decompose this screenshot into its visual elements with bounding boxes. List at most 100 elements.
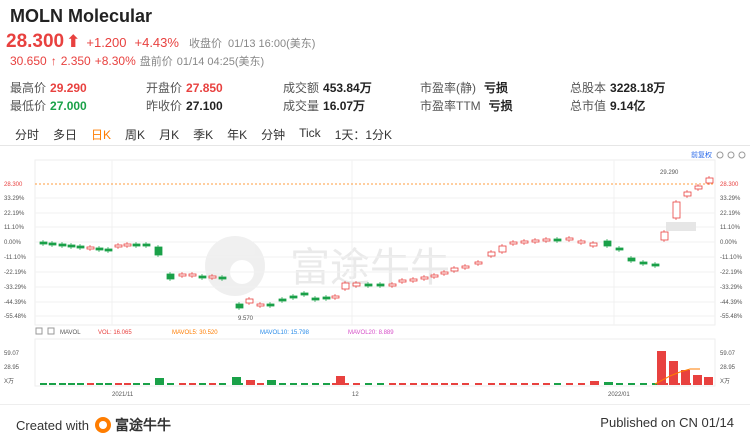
candle (672, 201, 681, 219)
price-change-pct: +4.43% (134, 35, 179, 50)
kline-chart[interactable]: 富途牛牛 28.300 28.30033.29% 33.29%22.19% 22.19… (0, 146, 750, 403)
candle (76, 245, 85, 249)
volume-bar (543, 383, 550, 385)
volume-bar (143, 383, 150, 385)
volume-bar (59, 383, 66, 385)
zoom-out-icon[interactable] (727, 151, 735, 159)
right-tick: 11.10% (720, 225, 741, 231)
volume-bar (590, 381, 599, 385)
candle (450, 267, 459, 272)
right-tick: -11.10% (720, 255, 743, 261)
volume-bar (77, 383, 84, 385)
candle (188, 273, 197, 277)
candle (142, 243, 151, 247)
volume-bar (475, 383, 482, 385)
stat-total-shares: 总股本 3228.18万 (570, 81, 666, 95)
tab-3[interactable]: 周K (125, 126, 145, 143)
volume-bar (124, 383, 131, 385)
candle (542, 238, 551, 242)
left-tick: 28.300 (4, 182, 23, 188)
candle (603, 240, 612, 247)
candle (589, 242, 598, 247)
stat-pe-static: 市盈率(静) 亏损 (420, 81, 509, 95)
right-tick: -55.48% (720, 314, 743, 320)
adjust-toggle[interactable]: 前复权 (691, 150, 712, 159)
candle (461, 265, 470, 269)
candle (487, 251, 496, 257)
volume-bar (578, 383, 585, 385)
left-tick: -33.29% (4, 285, 27, 291)
candle (398, 279, 407, 283)
volume-bar (554, 383, 561, 385)
tab-5[interactable]: 季K (193, 126, 213, 143)
volume-bar (410, 383, 417, 385)
premarket-price: 30.650 (10, 54, 47, 68)
zoom-in-icon[interactable] (738, 151, 746, 159)
stat-low: 最低价 27.000 (10, 99, 87, 113)
premarket-pct: +8.30% (94, 54, 136, 68)
candle (166, 273, 175, 280)
tab-2[interactable]: 日K (91, 126, 111, 143)
candle (123, 243, 132, 247)
candle (39, 241, 48, 245)
price-grid (35, 160, 715, 325)
volume-bar (451, 383, 458, 385)
tab-8[interactable]: Tick (299, 126, 321, 143)
candle (615, 247, 624, 251)
volume-bar (377, 383, 384, 385)
volume-bar (566, 383, 573, 385)
volume-bar (155, 378, 164, 385)
candle (420, 276, 429, 280)
volume-bar (167, 383, 174, 385)
candle (58, 243, 67, 247)
candle (311, 297, 320, 301)
candle (705, 177, 714, 184)
candle (154, 246, 163, 256)
tab-7[interactable]: 分钟 (261, 126, 285, 143)
candle (520, 240, 529, 244)
volume-bar (49, 383, 56, 385)
candle (341, 282, 350, 290)
volume-bar (431, 383, 438, 385)
volume-bar (399, 383, 406, 385)
candle (376, 283, 385, 287)
stock-title: MOLN Molecular (10, 6, 153, 26)
volume-bar (257, 383, 264, 385)
candle (364, 283, 373, 287)
candle (577, 240, 586, 244)
tab-0[interactable]: 分时 (15, 126, 39, 143)
volume-bar (246, 380, 255, 385)
stat-turnover: 成交额 453.84万 (283, 81, 372, 95)
x-label-nov: 2021/11 (112, 392, 134, 398)
left-tick: 0.00% (4, 240, 22, 246)
settings-icon[interactable] (35, 327, 43, 335)
right-tick: 0.00% (720, 240, 738, 246)
volume-bar (657, 351, 666, 385)
stat-prev-close: 昨收价 27.100 (146, 99, 223, 113)
premarket-range (666, 222, 696, 231)
volume-bars (40, 351, 713, 385)
volume-bar (323, 383, 330, 385)
candle (256, 303, 265, 307)
volume-bar (40, 383, 47, 385)
premarket-arrow-icon: ↑ (50, 54, 57, 68)
premarket-label: 盘前价 (139, 56, 173, 68)
eye-icon[interactable] (47, 327, 55, 335)
undo-icon[interactable] (716, 151, 724, 159)
tab-1[interactable]: 多日 (53, 126, 77, 143)
svg-text:MAVOL10: 15.798: MAVOL10: 15.798 (260, 330, 310, 336)
candle (48, 242, 57, 246)
candle (627, 257, 636, 262)
candle (639, 261, 648, 265)
candle (509, 241, 518, 245)
tab-6[interactable]: 年K (227, 126, 247, 143)
candle (278, 298, 287, 302)
volume-bar (87, 383, 94, 385)
volume-bar (499, 383, 506, 385)
tab-9[interactable]: 1天：1分K (335, 126, 392, 143)
candle (104, 248, 113, 252)
tab-4[interactable]: 月K (159, 126, 179, 143)
x-label-jan: 2022/01 (608, 392, 630, 398)
volume-bar (510, 383, 517, 385)
premarket-change: 2.350 (60, 54, 91, 68)
